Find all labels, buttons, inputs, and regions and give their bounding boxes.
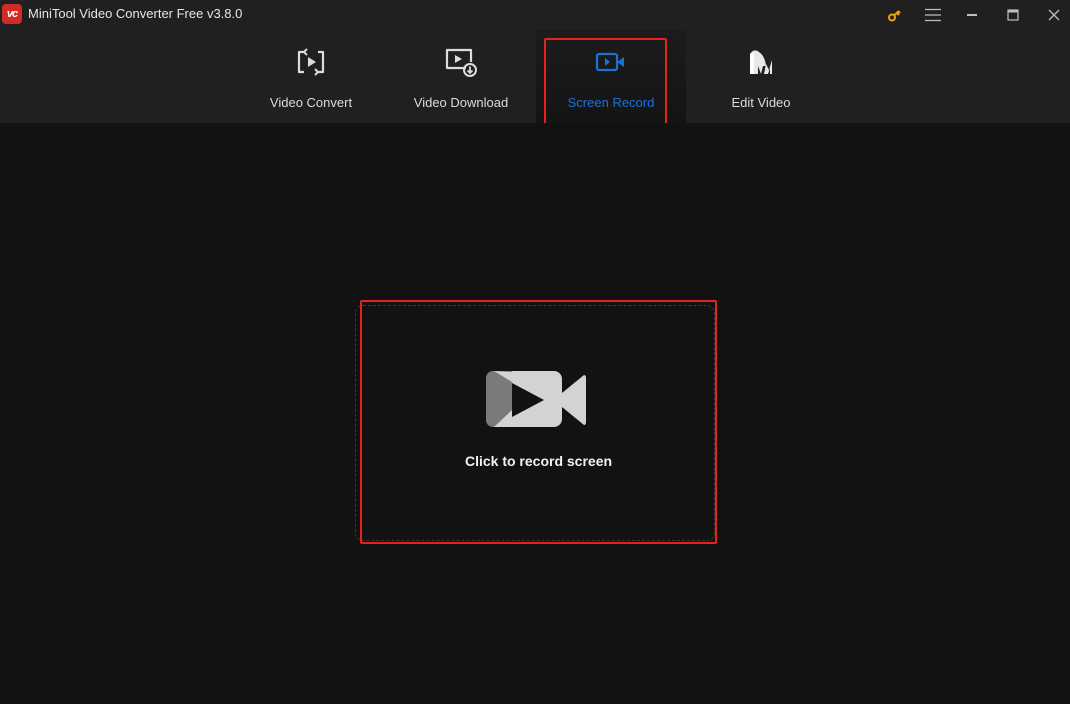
title-bar: vc MiniTool Video Converter Free v3.8.0 — [0, 0, 1070, 30]
activate-key-button[interactable] — [878, 0, 912, 30]
app-logo: vc — [2, 4, 22, 24]
close-button[interactable] — [1037, 0, 1070, 30]
tab-video-download[interactable]: Video Download — [386, 30, 536, 123]
download-icon — [445, 48, 477, 77]
camera-icon — [486, 371, 586, 427]
minimize-icon — [967, 14, 977, 16]
menu-button[interactable] — [916, 0, 950, 30]
tab-label: Video Download — [413, 95, 509, 110]
maximize-button[interactable] — [996, 0, 1030, 30]
maximize-icon — [1007, 9, 1019, 21]
app-logo-text: vc — [6, 8, 18, 20]
tab-highlight-annotation — [544, 38, 667, 125]
main-nav: Video Convert Video Download Screen Reco… — [0, 30, 1070, 123]
tab-edit-video[interactable]: Edit Video — [686, 30, 836, 123]
tab-video-convert[interactable]: Video Convert — [236, 30, 386, 123]
app-title: MiniTool Video Converter Free v3.8.0 — [28, 6, 243, 21]
close-icon — [1048, 9, 1060, 21]
edit-video-icon — [750, 50, 772, 74]
tab-label: Video Convert — [269, 95, 353, 110]
minimize-button[interactable] — [955, 0, 989, 30]
tab-label: Edit Video — [731, 95, 791, 110]
record-screen-label: Click to record screen — [464, 453, 613, 469]
convert-icon — [297, 48, 325, 76]
menu-icon — [925, 8, 941, 22]
key-icon — [888, 10, 901, 22]
